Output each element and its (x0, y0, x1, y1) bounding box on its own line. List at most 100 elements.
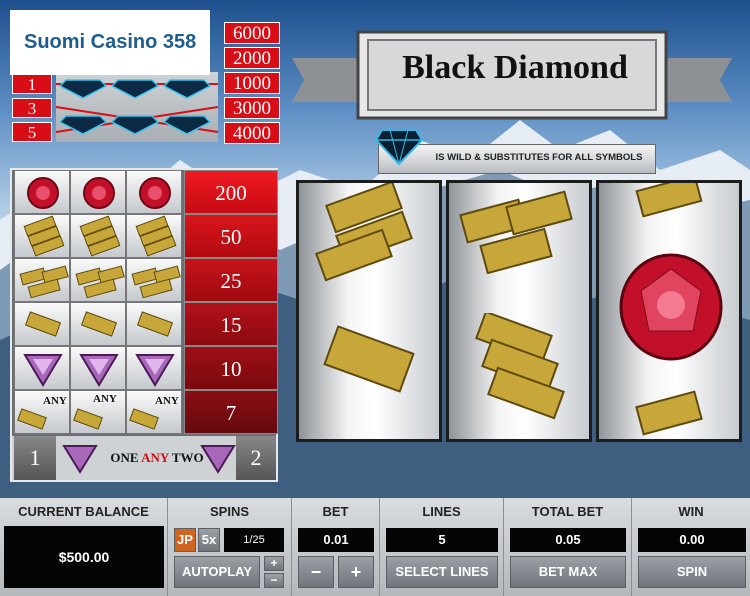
amethyst-icon (62, 445, 98, 474)
amethyst-icon (79, 354, 119, 387)
double-bar-icon (131, 265, 181, 299)
paytable-symbol (126, 346, 182, 390)
balance-title: CURRENT BALANCE (18, 504, 149, 519)
total-bet-title: TOTAL BET (531, 504, 604, 519)
paytable-symbol (126, 214, 182, 258)
paytable-pay: 15 (184, 302, 278, 346)
paytable-pay: 50 (184, 214, 278, 258)
autoplay-minus-button[interactable]: − (264, 573, 284, 588)
ruby-icon (27, 177, 59, 209)
total-bet-section: TOTAL BET 0.05 BET MAX (504, 498, 632, 596)
ruby-icon (139, 177, 171, 209)
paytable-symbol (14, 302, 70, 346)
lines-section: LINES 5 SELECT LINES (380, 498, 504, 596)
jackpot-button[interactable]: JP (174, 528, 196, 552)
double-bar-icon (635, 174, 703, 218)
line-preview-grid (55, 72, 219, 142)
autoplay-button[interactable]: AUTOPLAY (174, 556, 260, 588)
paytable-symbol (126, 302, 182, 346)
single-bar-icon (136, 311, 174, 337)
ruby-icon (619, 253, 723, 361)
lines-title: LINES (422, 504, 461, 519)
triple-bar-icon (475, 313, 565, 420)
any-label: ANY (141, 450, 169, 465)
bet-title: BET (322, 504, 349, 519)
select-lines-button[interactable]: SELECT LINES (386, 556, 498, 588)
game-title: Black Diamond (402, 49, 628, 86)
amethyst-icon (200, 445, 236, 474)
double-bar-icon (19, 265, 69, 299)
paytable-symbol (70, 214, 126, 258)
line-number: 5 (12, 122, 52, 142)
line-number: 3 (12, 98, 52, 118)
paytable-symbol (70, 258, 126, 302)
wild-banner-text: IS WILD & SUBSTITUTES FOR ALL SYMBOLS (435, 152, 643, 163)
spins-section: SPINS JP 5x 1/25 AUTOPLAY + − (168, 498, 292, 596)
paytable-symbol (70, 170, 126, 214)
paytable-symbol: ANY (14, 390, 70, 434)
casino-logo: Suomi Casino 358 (10, 10, 210, 75)
line-payout: 2000 (224, 47, 280, 69)
line-payout: 4000 (224, 122, 280, 144)
any-label: ANY (155, 395, 179, 407)
bet-plus-button[interactable]: + (338, 556, 374, 588)
single-bar-icon (24, 311, 62, 337)
paytable-symbol (70, 302, 126, 346)
multiplier-button[interactable]: 5x (198, 528, 220, 552)
paytable-pay: 25 (184, 258, 278, 302)
paytable-symbol (126, 258, 182, 302)
total-bet-display: 0.05 (510, 528, 626, 552)
autoplay-plus-button[interactable]: + (264, 556, 284, 571)
bet-minus-button[interactable]: − (298, 556, 334, 588)
spin-button[interactable]: SPIN (638, 556, 746, 588)
bet-max-button[interactable]: BET MAX (510, 556, 626, 588)
double-bar-icon (75, 265, 125, 299)
double-bar-icon (635, 390, 703, 436)
balance-section: CURRENT BALANCE $500.00 (0, 498, 168, 596)
paytable-symbol (14, 170, 70, 214)
spins-title: SPINS (209, 504, 249, 519)
line-payout: 3000 (224, 97, 280, 119)
win-display: 0.00 (638, 528, 746, 552)
one-count: 1 (14, 436, 56, 480)
any-label: ANY (43, 395, 67, 407)
paytable-symbol (14, 346, 70, 390)
ruby-icon (83, 177, 115, 209)
one-label: ONE (110, 450, 139, 465)
any-label: ANY (93, 393, 117, 405)
paytable-pay: 7 (184, 390, 278, 434)
one-any-two-text: ONE ANY TWO (102, 450, 212, 466)
bet-section: BET 0.01 − + (292, 498, 380, 596)
reel-3 (596, 174, 742, 442)
logo-text: Suomi Casino 358 (24, 31, 197, 53)
amethyst-icon (135, 354, 175, 387)
triple-bar-icon (23, 215, 65, 257)
balance-display: $500.00 (4, 526, 164, 588)
paytable-symbol (70, 346, 126, 390)
triple-bar-icon (79, 215, 121, 257)
payline-icon (55, 79, 219, 135)
single-bar-icon (80, 311, 118, 337)
spin-counter: 1/25 (224, 528, 284, 552)
reel-2 (446, 180, 592, 442)
double-bar-icon (459, 190, 573, 275)
bet-display: 0.01 (298, 528, 374, 552)
paytable-symbol: ANY (126, 390, 182, 434)
line-payout: 6000 (224, 22, 280, 44)
win-section: WIN 0.00 SPIN (632, 498, 750, 596)
line-payout: 1000 (224, 72, 280, 94)
control-panel: CURRENT BALANCE $500.00 SPINS JP 5x 1/25… (0, 498, 750, 596)
paytable-symbol (14, 214, 70, 258)
lines-display: 5 (386, 528, 498, 552)
amethyst-icon (23, 354, 63, 387)
reel-1 (296, 180, 442, 442)
single-bar-icon (323, 325, 415, 393)
two-count: 2 (236, 436, 276, 480)
black-diamond-icon (374, 129, 424, 166)
win-title: WIN (678, 504, 704, 519)
paytable-pay: 200 (184, 170, 278, 214)
paytable-pay: 10 (184, 346, 278, 390)
paytable: 200 50 25 15 10 ANY ANY ANY 7 1 ONE ANY … (10, 168, 278, 482)
paytable-symbol (126, 170, 182, 214)
line-number: 1 (12, 74, 52, 94)
